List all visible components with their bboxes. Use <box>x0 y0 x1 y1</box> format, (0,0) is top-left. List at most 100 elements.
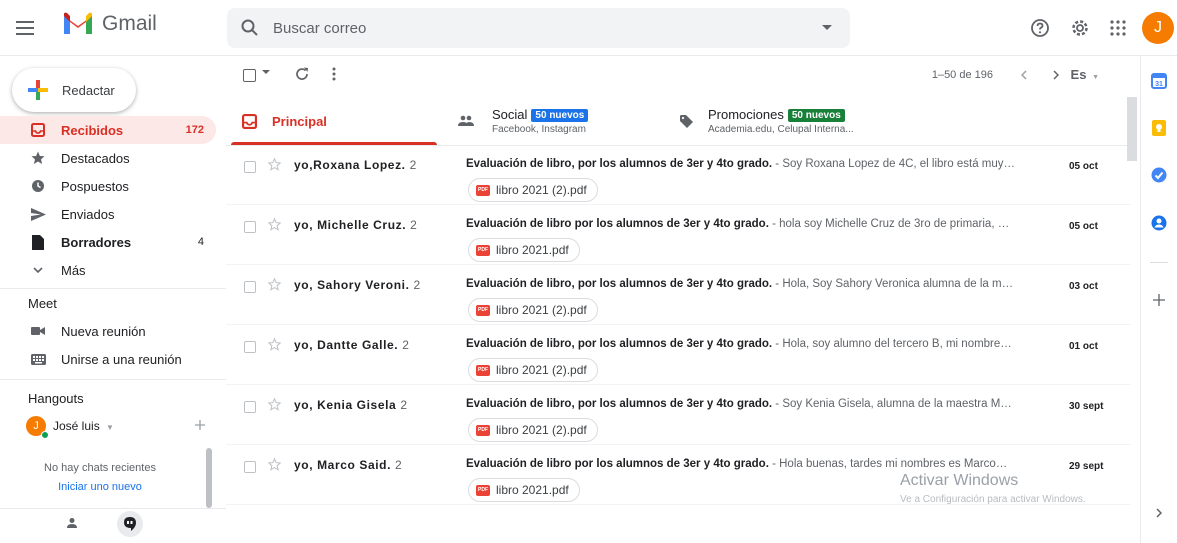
email-snippet: - Hola buenas, tardes mi nombres es Marc… <box>768 458 1008 470</box>
tasks-icon[interactable] <box>1150 166 1168 184</box>
tab-title: Promociones <box>708 107 784 122</box>
more-vert-icon[interactable] <box>332 67 336 81</box>
next-page-icon[interactable] <box>1053 70 1059 80</box>
attachment-chip[interactable]: PDF libro 2021 (2).pdf <box>468 178 598 202</box>
account-avatar[interactable]: J <box>1142 12 1174 44</box>
hangouts-user-menu[interactable]: José luis ▼ <box>53 419 114 433</box>
calendar-icon[interactable]: 31 <box>1150 72 1168 90</box>
sidebar-item-new-meeting[interactable]: Nueva reunión <box>0 317 216 345</box>
row-checkbox[interactable] <box>244 161 256 173</box>
sidebar-item-more[interactable]: Más <box>0 256 216 284</box>
row-checkbox[interactable] <box>244 401 256 413</box>
email-subject: Evaluación de libro, por los alumnos de … <box>466 278 773 290</box>
email-list: yo,Roxana Lopez. 2 Evaluación de libro, po… <box>226 145 1131 505</box>
gmail-logo[interactable]: Gmail <box>62 12 157 36</box>
search-input[interactable] <box>273 8 822 48</box>
email-preview: Evaluación de libro, por los alumnos de … <box>466 278 1031 290</box>
email-row[interactable]: yo, Michelle Cruz. 2 Evaluación de libro p… <box>226 205 1131 265</box>
email-snippet: - Hola, soy alumno del tercero B, mi nom… <box>772 338 1012 350</box>
compose-label: Redactar <box>62 82 115 98</box>
attachment-chip[interactable]: PDF libro 2021.pdf <box>468 478 580 502</box>
attachment-chip[interactable]: PDF libro 2021 (2).pdf <box>468 358 598 382</box>
sidebar-divider <box>0 508 226 509</box>
email-row[interactable]: yo, Dantte Galle. 2 Evaluación de libro, p… <box>226 325 1131 385</box>
row-checkbox[interactable] <box>244 341 256 353</box>
input-tools-button[interactable]: Es ▼ <box>1071 67 1099 82</box>
hangouts-quote-icon[interactable] <box>117 511 143 537</box>
sidebar-item-snoozed[interactable]: Pospuestos <box>0 172 216 200</box>
online-status-dot <box>41 431 49 439</box>
email-snippet: - Soy Roxana Lopez de 4C, el libro está … <box>772 158 1016 170</box>
email-row[interactable]: yo,Roxana Lopez. 2 Evaluación de libro, po… <box>226 145 1131 205</box>
attachment-chip[interactable]: PDF libro 2021 (2).pdf <box>468 418 598 442</box>
refresh-icon[interactable] <box>295 67 309 81</box>
search-icon[interactable] <box>241 19 259 37</box>
tab-title: Social <box>492 107 528 122</box>
sidebar-item-sent[interactable]: Enviados <box>0 200 216 228</box>
caret-down-icon: ▼ <box>1092 74 1099 81</box>
attachment-chip[interactable]: PDF libro 2021 (2).pdf <box>468 298 598 322</box>
email-date: 03 oct <box>1069 281 1098 292</box>
sidebar-item-inbox[interactable]: Recibidos 172 <box>0 116 216 144</box>
sidebar-item-join-meeting[interactable]: Unirse a una reunión <box>0 345 216 373</box>
unread-count: 172 <box>185 124 204 136</box>
email-date: 05 oct <box>1069 221 1098 232</box>
attachment-name: libro 2021 (2).pdf <box>496 183 587 197</box>
add-addon-plus-icon[interactable] <box>1150 291 1168 309</box>
email-sender: yo, Dantte Galle. 2 <box>294 338 409 352</box>
mail-toolbar: 1–50 de 196 Es ▼ <box>226 56 1131 96</box>
row-checkbox[interactable] <box>244 461 256 473</box>
email-sender: yo, Marco Said. 2 <box>294 458 402 472</box>
main-menu-icon[interactable] <box>10 12 42 44</box>
row-checkbox[interactable] <box>244 221 256 233</box>
hangouts-section-title: Hangouts <box>28 391 84 406</box>
email-row[interactable]: yo, Sahory Veroni. 2 Evaluación de libro, … <box>226 265 1131 325</box>
star-outline-icon[interactable] <box>268 458 281 471</box>
pdf-file-icon: PDF <box>476 244 490 256</box>
apps-grid-icon[interactable] <box>1102 12 1134 44</box>
sidebar-item-starred[interactable]: Destacados <box>0 144 216 172</box>
sidebar-item-label: Más <box>61 262 86 278</box>
attachment-chip[interactable]: PDF libro 2021.pdf <box>468 238 580 262</box>
tab-promotions[interactable]: Promociones 50 nuevos Academia.edu, Celup… <box>668 97 888 145</box>
pdf-file-icon: PDF <box>476 484 490 496</box>
start-new-chat-link[interactable]: Iniciar uno nuevo <box>0 481 200 493</box>
prev-page-icon[interactable] <box>1021 70 1027 80</box>
star-outline-icon[interactable] <box>268 338 281 351</box>
compose-button[interactable]: Redactar <box>12 68 136 112</box>
email-preview: Evaluación de libro, por los alumnos de … <box>466 398 1031 410</box>
expand-panel-chevron-icon[interactable] <box>1150 504 1168 522</box>
settings-gear-icon[interactable] <box>1064 12 1096 44</box>
star-outline-icon[interactable] <box>268 218 281 231</box>
keep-notes-icon[interactable] <box>1150 119 1168 137</box>
contacts-person-icon[interactable] <box>66 517 78 529</box>
sidebar-item-drafts[interactable]: Borradores 4 <box>0 228 216 256</box>
hangouts-scrollbar[interactable] <box>206 448 212 508</box>
tab-primary[interactable]: Principal <box>226 97 437 145</box>
email-preview: Evaluación de libro, por los alumnos de … <box>466 338 1031 350</box>
pdf-file-icon: PDF <box>476 364 490 376</box>
select-dropdown-icon[interactable] <box>262 70 270 75</box>
people-icon <box>458 115 474 126</box>
email-preview: Evaluación de libro, por los alumnos de … <box>466 158 1031 170</box>
sidebar-item-label: Enviados <box>61 206 115 222</box>
search-bar[interactable] <box>227 8 850 48</box>
select-all-checkbox[interactable] <box>243 69 256 82</box>
thread-count: 2 <box>410 218 417 232</box>
sender-name: yo,Roxana Lopez. <box>294 158 406 172</box>
help-icon[interactable] <box>1024 12 1056 44</box>
email-snippet: - Hola, Soy Sahory Veronica alumna de la… <box>772 278 1014 290</box>
gmail-m-icon <box>64 12 92 34</box>
star-outline-icon[interactable] <box>268 278 281 291</box>
email-row[interactable]: yo, Kenia Gisela 2 Evaluación de libro, po… <box>226 385 1131 445</box>
star-outline-icon[interactable] <box>268 398 281 411</box>
tab-social[interactable]: Social 50 nuevos Facebook, Instagram <box>448 97 660 145</box>
thread-count: 2 <box>409 158 417 172</box>
attachment-name: libro 2021.pdf <box>496 483 569 497</box>
row-checkbox[interactable] <box>244 281 256 293</box>
add-chat-plus-icon[interactable] <box>194 419 206 431</box>
search-options-icon[interactable] <box>822 25 832 31</box>
contacts-icon[interactable] <box>1150 214 1168 232</box>
sidebar-divider <box>0 288 226 289</box>
star-outline-icon[interactable] <box>268 158 281 171</box>
